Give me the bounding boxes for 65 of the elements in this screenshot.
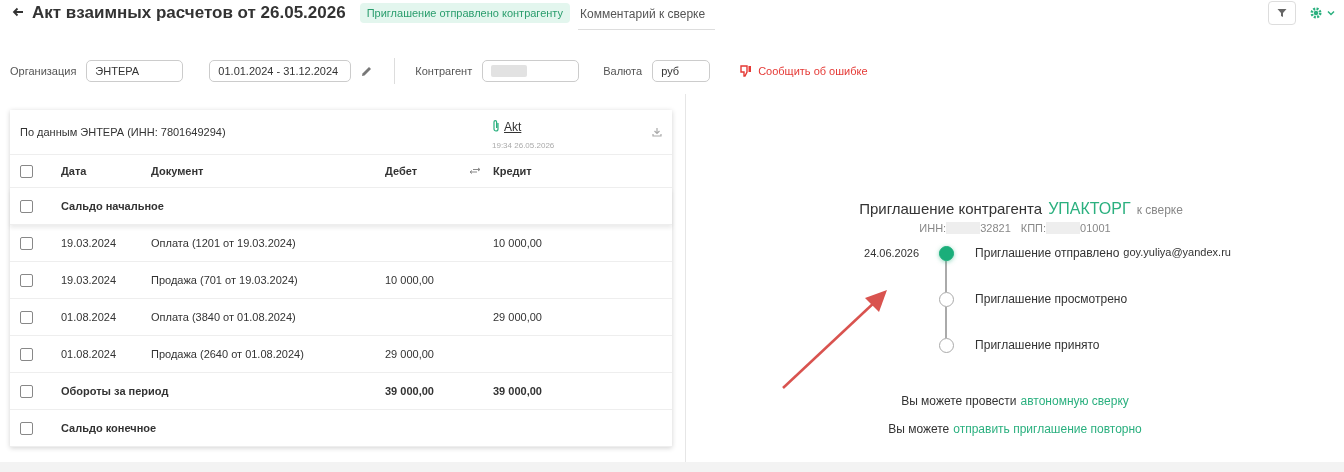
kpp-label: КПП:	[1020, 222, 1047, 234]
attachment-link[interactable]: Akt	[504, 119, 522, 134]
pencil-icon[interactable]	[361, 65, 373, 77]
table-source-title: По данным ЭНТЕРА (ИНН: 7801649294)	[20, 126, 227, 138]
step-date: 24.06.2026	[864, 247, 920, 259]
note-text: Вы можете провести	[901, 394, 1017, 408]
table-cell-text: Продажа (2640 от 01.08.2024)	[151, 348, 305, 360]
field-label: Контрагент	[415, 65, 473, 77]
table-cell-text: 19.03.2024	[61, 237, 118, 249]
field-label: Организация	[10, 65, 77, 77]
table-cell-text: 01.08.2024	[61, 348, 118, 360]
period-field[interactable]: 01.01.2024 - 31.12.2024	[209, 60, 352, 82]
organization-field[interactable]: ЭНТЕРА	[86, 60, 184, 82]
table-cell-text: 01.08.2024	[61, 311, 118, 323]
invitation-title: Приглашение контрагента	[859, 200, 1043, 217]
field-label: Валюта	[603, 65, 643, 77]
table-cell-text: Продажа (701 от 19.03.2024)	[151, 274, 299, 286]
report-error-link[interactable]: Сообщить об ошибке	[740, 65, 868, 77]
checkbox[interactable]	[20, 421, 33, 435]
checkbox[interactable]	[20, 347, 33, 361]
column-header: Кредит	[493, 165, 533, 177]
table-cell-text: Оплата (3840 от 01.08.2024)	[151, 311, 297, 323]
table-cell: 10 000,00	[493, 237, 542, 249]
column-header: Дата	[61, 165, 88, 177]
checkbox[interactable]	[20, 164, 33, 178]
step-email: goy.yuliya@yandex.ru	[1123, 246, 1231, 258]
contractor-field[interactable]	[482, 60, 580, 82]
status-badge: Приглашение отправлено контрагенту	[359, 3, 570, 23]
table-cell-text: 19.03.2024	[61, 274, 118, 286]
download-icon[interactable]	[652, 127, 662, 137]
column-header: Дебет	[385, 165, 419, 177]
table-cell: 39 000,00	[493, 385, 542, 397]
step-label: Приглашение просмотрено	[975, 292, 1128, 306]
filter-icon	[1277, 8, 1287, 18]
step-label: Приглашение отправлено	[975, 246, 1120, 260]
paperclip-icon	[492, 118, 500, 135]
table-cell: 39 000,00	[385, 385, 434, 397]
note-text: Вы можете	[888, 422, 950, 436]
table-cell-text: Обороты за период	[61, 385, 170, 397]
invitation-suffix: к сверке	[1136, 203, 1183, 217]
checkbox[interactable]	[20, 273, 33, 287]
filter-button[interactable]	[1268, 1, 1296, 25]
table-cell: 10 000,00	[385, 274, 434, 286]
page-title: Акт взаимных расчетов от 26.05.2026	[32, 3, 346, 23]
settings-icon[interactable]	[1310, 7, 1336, 19]
redacted-block	[491, 65, 528, 77]
table-cell: 29 000,00	[493, 311, 542, 323]
table-cell-text: Сальдо конечное	[61, 422, 158, 434]
currency-field[interactable]: руб	[652, 60, 711, 82]
column-header: Документ	[151, 165, 205, 177]
checkbox[interactable]	[20, 310, 33, 324]
attachment-time: 19:34 26.05.2026	[492, 140, 555, 150]
checkbox[interactable]	[20, 199, 33, 213]
table-cell: 29 000,00	[385, 348, 434, 360]
step-label: Приглашение принято	[975, 338, 1100, 352]
kpp-value: 01001	[1080, 222, 1111, 234]
comment-tab[interactable]: Комментарий к сверке	[578, 2, 716, 30]
checkbox[interactable]	[20, 384, 33, 398]
checkbox[interactable]	[20, 236, 33, 250]
inn-value: 32821	[980, 222, 1011, 234]
inn-label: ИНН:	[919, 222, 947, 234]
table-cell-text: Сальдо начальное	[61, 200, 165, 212]
thumbs-down-icon	[740, 65, 753, 77]
table-cell-text: Оплата (1201 от 19.03.2024)	[151, 237, 297, 249]
company-name: УПАКТОРГ	[1048, 200, 1131, 218]
